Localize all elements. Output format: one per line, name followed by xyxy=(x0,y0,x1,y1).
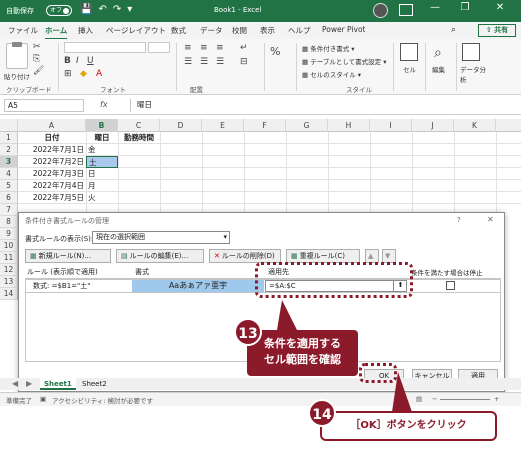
callout-pointers xyxy=(276,300,412,412)
step-14-badge: 14 xyxy=(308,399,336,427)
step-13-badge: 13 xyxy=(234,318,262,346)
callout-13-line2: セル範囲を確認 xyxy=(264,353,341,366)
callout-14-box: ［OK］ボタンをクリック xyxy=(320,411,497,441)
callout-13-line1: 条件を適用する xyxy=(264,337,341,350)
ok-button-highlight xyxy=(359,363,397,383)
callout-13-box: 条件を適用する セル範囲を確認 xyxy=(247,330,358,376)
